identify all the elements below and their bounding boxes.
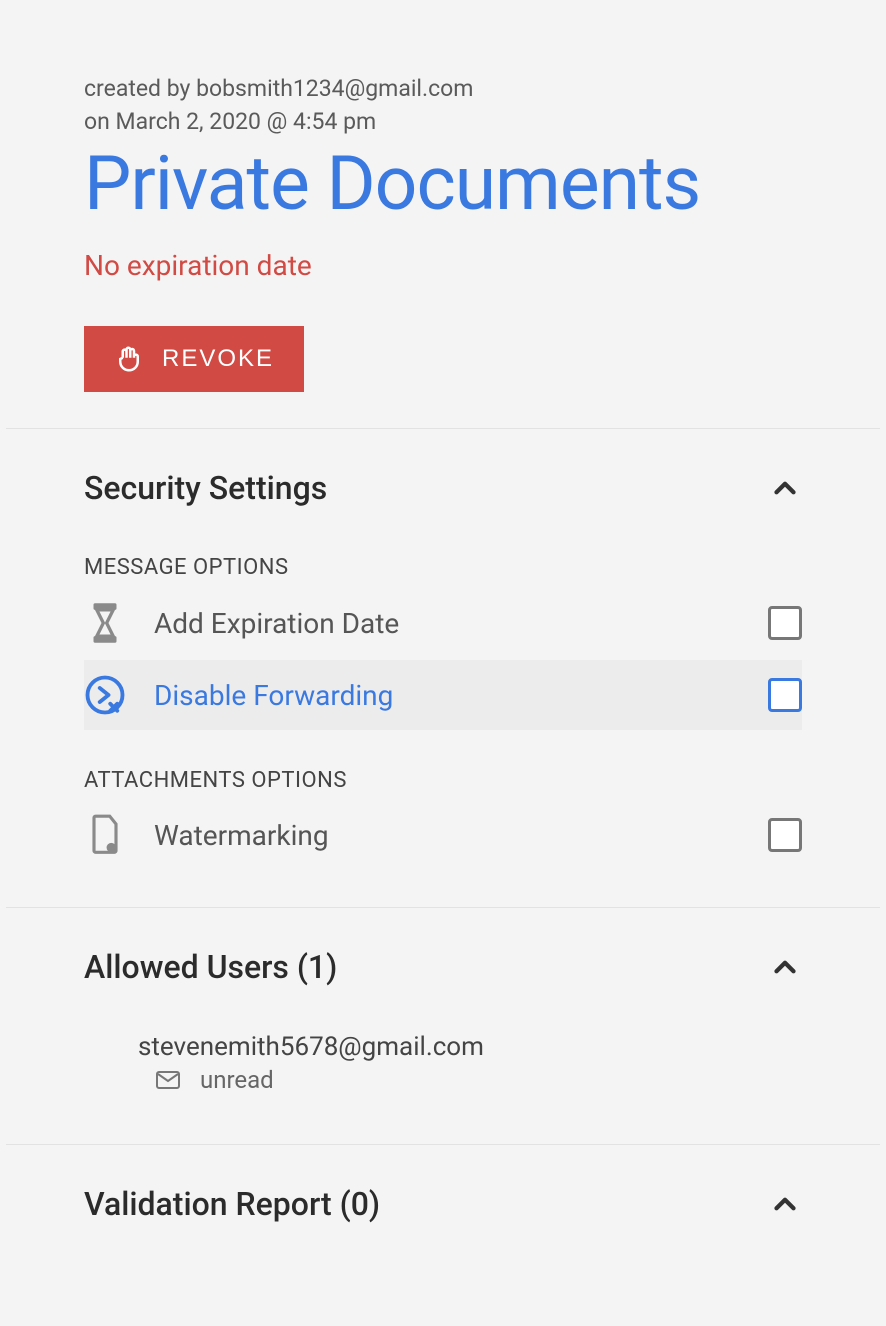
disable-forwarding-label: Disable Forwarding xyxy=(154,679,740,712)
created-on-line: on March 2, 2020 @ 4:54 pm xyxy=(84,105,802,138)
attachments-options-label: ATTACHMENTS OPTIONS xyxy=(6,730,880,799)
add-expiration-option[interactable]: Add Expiration Date xyxy=(6,586,880,660)
created-on-prefix: on xyxy=(84,108,116,135)
security-settings-section: Security Settings MESSAGE OPTIONS Add Ex… xyxy=(6,428,880,907)
disable-forwarding-option[interactable]: Disable Forwarding xyxy=(84,660,802,730)
validation-report-toggle[interactable]: Validation Report (0) xyxy=(6,1145,880,1263)
hourglass-icon xyxy=(84,600,126,646)
message-options-label: MESSAGE OPTIONS xyxy=(6,517,880,586)
created-by-prefix: created by xyxy=(84,75,196,102)
add-expiration-label: Add Expiration Date xyxy=(154,607,740,640)
created-by-line: created by bobsmith1234@gmail.com xyxy=(84,72,802,105)
chevron-up-icon xyxy=(768,471,802,505)
header: created by bobsmith1234@gmail.com on Mar… xyxy=(6,0,880,428)
page: created by bobsmith1234@gmail.com on Mar… xyxy=(0,0,886,1326)
chevron-up-icon xyxy=(768,950,802,984)
validation-report-title: Validation Report (0) xyxy=(84,1185,380,1223)
allowed-users-title: Allowed Users (1) xyxy=(84,948,337,986)
document-watermark-icon xyxy=(84,813,126,857)
revoke-button[interactable]: REVOKE xyxy=(84,326,304,392)
watermarking-option[interactable]: Watermarking xyxy=(6,799,880,907)
page-title: Private Documents xyxy=(84,145,802,224)
user-status-row: unread xyxy=(138,1066,802,1094)
user-email: stevenemith5678@gmail.com xyxy=(138,1032,802,1062)
disable-forwarding-checkbox[interactable] xyxy=(768,678,802,712)
forward-disabled-icon xyxy=(84,674,126,716)
user-status-text: unread xyxy=(200,1066,274,1094)
allowed-users-section: Allowed Users (1) stevenemith5678@gmail.… xyxy=(6,907,880,1144)
watermarking-label: Watermarking xyxy=(154,819,740,852)
security-settings-toggle[interactable]: Security Settings xyxy=(6,429,880,517)
main-panel: created by bobsmith1234@gmail.com on Mar… xyxy=(6,0,880,1303)
add-expiration-checkbox[interactable] xyxy=(768,606,802,640)
created-on-value: March 2, 2020 @ 4:54 pm xyxy=(116,108,377,135)
created-by-email: bobsmith1234@gmail.com xyxy=(196,75,473,102)
revoke-label: REVOKE xyxy=(162,345,274,373)
allowed-user-row: stevenemith5678@gmail.com unread xyxy=(6,996,880,1104)
validation-report-section: Validation Report (0) xyxy=(6,1144,880,1303)
security-settings-title: Security Settings xyxy=(84,469,327,507)
watermarking-checkbox[interactable] xyxy=(768,818,802,852)
expiration-text: No expiration date xyxy=(84,249,802,282)
stop-hand-icon xyxy=(114,344,144,374)
chevron-up-icon xyxy=(768,1187,802,1221)
allowed-users-toggle[interactable]: Allowed Users (1) xyxy=(6,908,880,996)
mail-icon xyxy=(156,1071,180,1089)
